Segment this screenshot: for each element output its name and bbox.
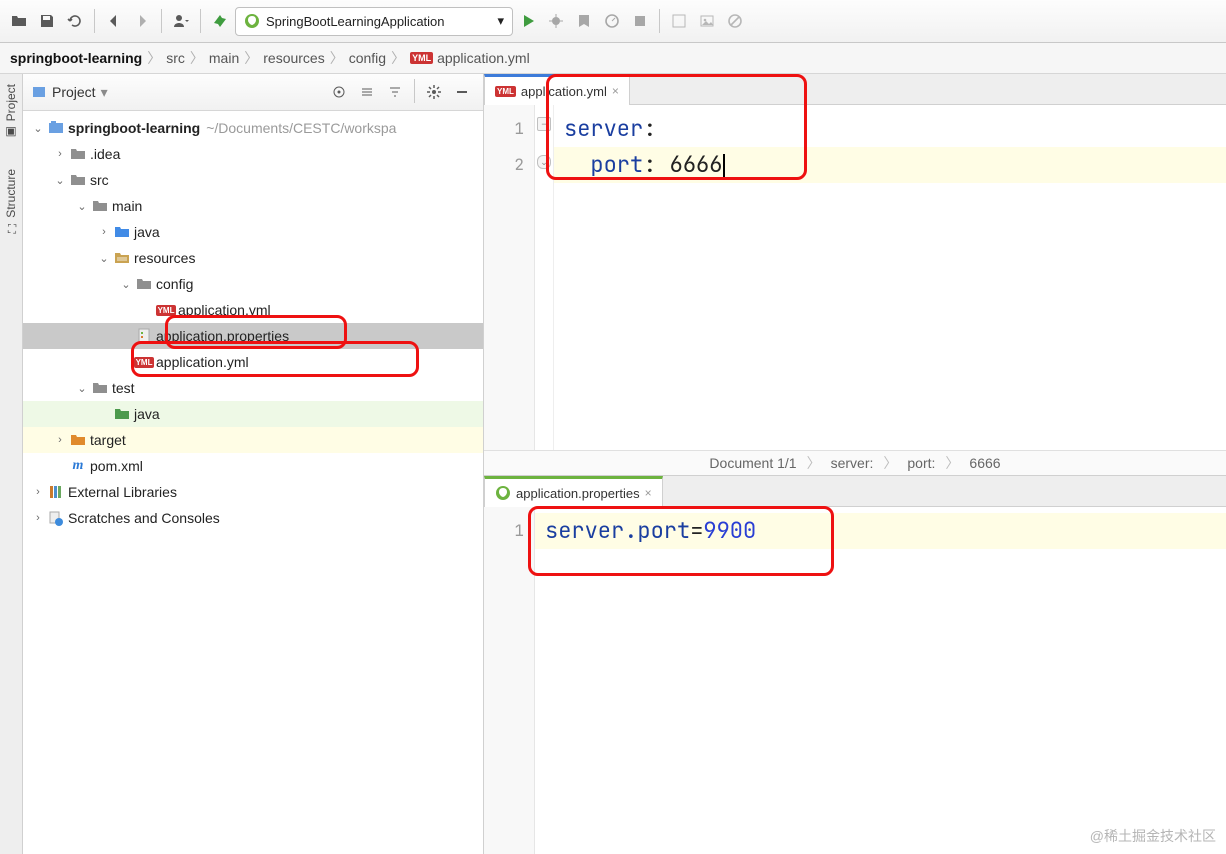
run-icon[interactable]	[515, 8, 541, 34]
separator	[94, 9, 95, 33]
chevron-right-icon: 〉	[244, 48, 258, 68]
user-dropdown-icon[interactable]	[168, 8, 194, 34]
run-config-label: SpringBootLearningApplication	[266, 14, 445, 29]
forward-icon[interactable]	[129, 8, 155, 34]
watermark: @稀土掘金技术社区	[1090, 826, 1216, 846]
tree-file-application-yml-config[interactable]: YML application.yml	[23, 297, 483, 323]
debug-icon[interactable]	[543, 8, 569, 34]
save-icon[interactable]	[34, 8, 60, 34]
project-title: Project	[52, 84, 96, 100]
tree-file-application-yml-root[interactable]: YML application.yml	[23, 349, 483, 375]
chevron-down-icon[interactable]: ▾	[101, 84, 108, 101]
code-content[interactable]: server: port: 6666	[554, 105, 1226, 450]
close-icon[interactable]: ×	[645, 486, 652, 500]
editor-area: YML application.yml × 1 2 − ⌄ server: po…	[484, 74, 1226, 854]
line-numbers: 1	[484, 507, 535, 854]
build-icon[interactable]	[207, 8, 233, 34]
tree-node[interactable]: ⌄ src	[23, 167, 483, 193]
fold-gutter: − ⌄	[535, 105, 554, 450]
tree-node[interactable]: › .idea	[23, 141, 483, 167]
breadcrumb-item[interactable]: resources	[263, 50, 324, 66]
tree-node[interactable]: ⌄ config	[23, 271, 483, 297]
block-icon[interactable]	[722, 8, 748, 34]
breadcrumb-item[interactable]: main	[209, 50, 239, 66]
tree-node-root[interactable]: ⌄ springboot-learning ~/Documents/CESTC/…	[23, 115, 483, 141]
chevron-right-icon: 〉	[147, 48, 161, 68]
project-tool-window: Project ▾ ⌄ springboot-learning ~/Docume…	[23, 74, 484, 854]
back-icon[interactable]	[101, 8, 127, 34]
fold-icon[interactable]: ⌄	[537, 155, 551, 169]
tool-window-stripe: ▣Project ⛶Structure	[0, 74, 23, 854]
editor-tabs: YML application.yml ×	[484, 74, 1226, 105]
run-config-selector[interactable]: SpringBootLearningApplication ▾	[235, 7, 513, 36]
text-cursor	[723, 154, 725, 178]
main-toolbar: SpringBootLearningApplication ▾	[0, 0, 1226, 43]
breadcrumb-root[interactable]: springboot-learning	[10, 50, 142, 66]
tree-node[interactable]: › java	[23, 219, 483, 245]
refresh-icon[interactable]	[62, 8, 88, 34]
line-numbers: 1 2	[484, 105, 535, 450]
tab-application-yml[interactable]: YML application.yml ×	[484, 74, 630, 105]
coverage-icon[interactable]	[571, 8, 597, 34]
tree-node[interactable]: ⌄ main	[23, 193, 483, 219]
chevron-right-icon: 〉	[391, 48, 405, 68]
gear-icon[interactable]	[421, 79, 447, 105]
code-editor[interactable]: 1 server.port=9900	[484, 507, 1226, 854]
unknown-icon[interactable]	[666, 8, 692, 34]
code-editor[interactable]: 1 2 − ⌄ server: port: 6666	[484, 105, 1226, 450]
editor-pane-properties: application.properties × 1 server.port=9…	[484, 476, 1226, 854]
separator	[161, 9, 162, 33]
code-content[interactable]: server.port=9900	[535, 507, 1226, 854]
editor-pane-yml: YML application.yml × 1 2 − ⌄ server: po…	[484, 74, 1226, 476]
separator	[200, 9, 201, 33]
tree-node[interactable]: java	[23, 401, 483, 427]
editor-tabs: application.properties ×	[484, 476, 1226, 507]
tree-file-application-properties[interactable]: application.properties	[23, 323, 483, 349]
image-icon[interactable]	[694, 8, 720, 34]
tool-tab-structure[interactable]: ⛶Structure	[4, 163, 18, 240]
hide-icon[interactable]	[449, 79, 475, 105]
chevron-right-icon: 〉	[330, 48, 344, 68]
separator	[659, 9, 660, 33]
breadcrumb: springboot-learning 〉 src 〉 main 〉 resou…	[0, 43, 1226, 74]
tab-application-properties[interactable]: application.properties ×	[484, 476, 663, 507]
tree-node[interactable]: ⌄ test	[23, 375, 483, 401]
project-header: Project ▾	[23, 74, 483, 111]
tree-node[interactable]: › target	[23, 427, 483, 453]
fold-icon[interactable]: −	[537, 117, 551, 131]
close-icon[interactable]: ×	[612, 84, 619, 98]
expand-all-icon[interactable]	[354, 79, 380, 105]
project-tree[interactable]: ⌄ springboot-learning ~/Documents/CESTC/…	[23, 111, 483, 854]
collapse-all-icon[interactable]	[382, 79, 408, 105]
locate-icon[interactable]	[326, 79, 352, 105]
chevron-right-icon: 〉	[190, 48, 204, 68]
breadcrumb-item[interactable]: config	[349, 50, 386, 66]
chevron-down-icon: ▾	[497, 13, 504, 29]
breadcrumb-leaf[interactable]: YML application.yml	[410, 50, 530, 66]
profile-icon[interactable]	[599, 8, 625, 34]
stop-icon[interactable]	[627, 8, 653, 34]
breadcrumb-item[interactable]: src	[166, 50, 185, 66]
tree-node[interactable]: ⌄ resources	[23, 245, 483, 271]
open-icon[interactable]	[6, 8, 32, 34]
breadcrumb-strip: Document 1/1 〉 server: 〉 port: 〉 6666	[484, 450, 1226, 475]
tree-file-pom[interactable]: m pom.xml	[23, 453, 483, 479]
tree-node-external-libs[interactable]: › External Libraries	[23, 479, 483, 505]
tool-tab-project[interactable]: ▣Project	[4, 78, 18, 145]
tree-node-scratches[interactable]: › Scratches and Consoles	[23, 505, 483, 531]
